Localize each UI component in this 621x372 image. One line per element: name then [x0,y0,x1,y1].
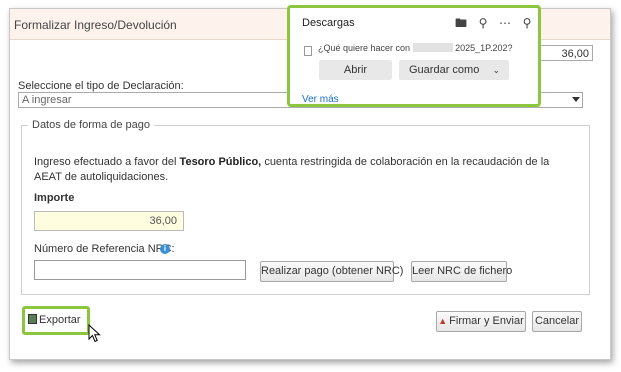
nrc-input[interactable] [34,260,246,280]
importe-label: Importe [34,192,75,204]
importe-field: 36,00 [34,211,184,231]
declaration-label: Seleccione el tipo de Declaración: [18,80,184,92]
downloads-toolbar: 🖿 ⚲ ⋯ ⚲ [450,14,538,35]
pin-icon[interactable]: ⚲ [516,16,538,30]
guardar-como-label: Guardar como [409,64,480,76]
downloads-title: Descargas [302,17,355,29]
mouse-cursor-icon [88,324,101,343]
info-icon[interactable]: i [160,244,170,254]
amount-top-field: 36,00 [540,45,593,61]
realizar-pago-button[interactable]: Realizar pago (obtener NRC) [260,261,403,282]
nrc-label: Número de Referencia NRC: [34,243,175,255]
cancelar-button[interactable]: Cancelar [532,311,582,332]
payment-text-bold: Tesoro Público, [179,156,262,168]
abrir-button[interactable]: Abrir [319,60,392,80]
payment-description: Ingreso efectuado a favor del Tesoro Púb… [34,155,554,185]
exportar-highlight [22,306,90,335]
ver-mas-link[interactable]: Ver más [302,94,339,105]
chevron-down-icon[interactable] [572,97,580,102]
more-icon[interactable]: ⋯ [494,16,516,30]
dialog-title: Formalizar Ingreso/Devolución [14,18,177,32]
signature-icon: ▲ [438,316,448,326]
download-question-suffix: 2025_1P.202? [455,43,513,53]
payment-text-prefix: Ingreso efectuado a favor del [34,156,177,168]
redacted-filename [412,43,453,52]
declaration-select-value: A ingresar [22,94,72,106]
guardar-como-button[interactable]: Guardar como ⌄ [399,60,509,80]
firmar-enviar-button[interactable]: ▲ Firmar y Enviar [436,311,526,332]
leer-nrc-button[interactable]: Leer NRC de fichero [411,261,512,282]
search-icon[interactable]: ⚲ [472,16,494,30]
payment-legend: Datos de forma de pago [28,119,155,131]
file-icon [304,46,312,56]
firmar-label: Firmar y Enviar [449,315,524,327]
download-question-prefix: ¿Qué quiere hacer con [318,43,411,53]
download-question: ¿Qué quiere hacer con 2025_1P.202? [318,43,513,53]
chevron-down-icon[interactable]: ⌄ [492,60,500,80]
downloads-popup: Descargas 🖿 ⚲ ⋯ ⚲ ¿Qué quiere hacer con 202… [287,5,541,107]
folder-icon[interactable]: 🖿 [450,14,472,35]
